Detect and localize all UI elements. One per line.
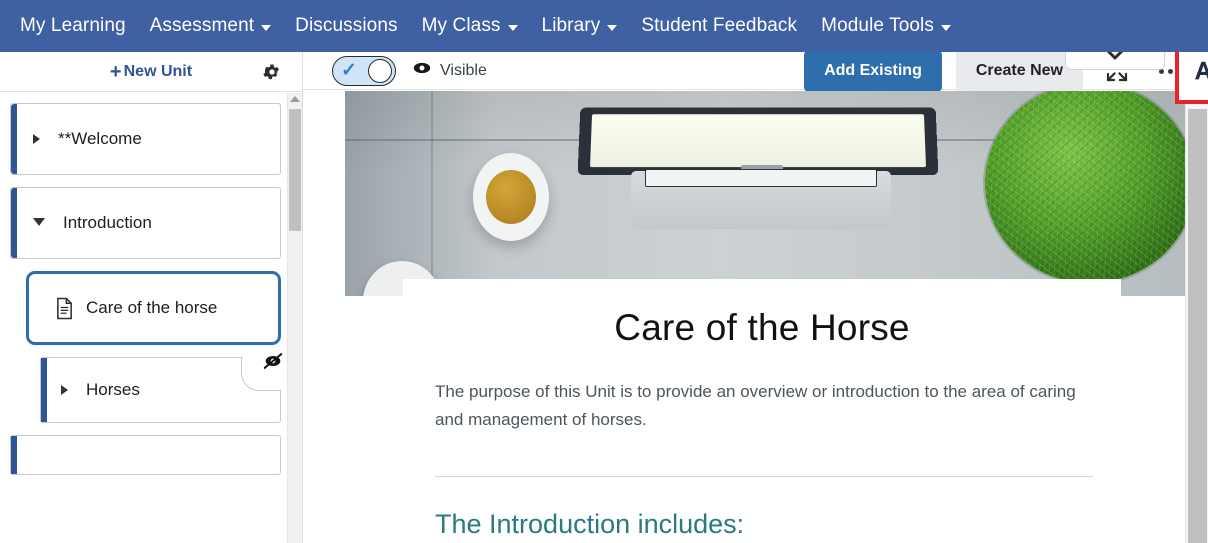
nav-item-label: Student Feedback xyxy=(641,15,798,36)
sidebar-item-label: Horses xyxy=(86,380,140,399)
scrollbar-thumb[interactable] xyxy=(1188,109,1207,543)
new-unit-label: New Unit xyxy=(123,62,193,80)
nav-item-assessment[interactable]: Assessment xyxy=(138,9,283,43)
nav-item-label: Discussions xyxy=(295,15,398,36)
chevron-down-icon xyxy=(261,24,272,31)
selection-bar xyxy=(11,436,17,474)
chevron-down-icon xyxy=(607,24,618,31)
triangle-down-icon[interactable] xyxy=(33,218,45,231)
content-scrollbar[interactable] xyxy=(1185,91,1208,543)
eye-icon xyxy=(412,61,432,80)
title-card: Care of the Horse xyxy=(403,279,1121,377)
top-navigation-bar: My Learning Assessment Discussions My Cl… xyxy=(0,0,1208,52)
check-icon: ✓ xyxy=(341,60,357,81)
content-area: Care of the Horse The purpose of this Un… xyxy=(303,91,1185,543)
section-heading: The Introduction includes: xyxy=(435,509,745,539)
nav-item-label: Library xyxy=(541,15,601,36)
chevron-down-icon xyxy=(507,24,518,31)
hero-image xyxy=(345,91,1185,296)
unit-sidebar: + New Unit **Welcome Introduction Care o… xyxy=(0,52,303,543)
workspace: + New Unit **Welcome Introduction Care o… xyxy=(0,38,1208,543)
visibility-label: Visible xyxy=(440,61,487,79)
nav-item-label: Module Tools xyxy=(821,15,934,36)
text-size-down-icon[interactable] xyxy=(1193,58,1208,84)
laptop-icon xyxy=(573,107,943,229)
scrollbar-thumb[interactable] xyxy=(289,109,301,231)
triangle-right-icon[interactable] xyxy=(61,385,68,395)
selection-bar xyxy=(41,358,47,422)
unit-list: **Welcome Introduction Care of the horse… xyxy=(0,93,289,543)
sidebar-item-label: Introduction xyxy=(63,213,152,232)
scroll-up-arrow-icon[interactable] xyxy=(290,96,300,102)
content-toolbar: ✓ Visible Add Existing Create New xyxy=(303,38,1208,104)
nav-item-label: My Learning xyxy=(20,15,126,36)
nav-item-discussions[interactable]: Discussions xyxy=(283,9,409,43)
sidebar-header: + New Unit xyxy=(0,52,302,92)
sidebar-item-horses[interactable]: Horses xyxy=(40,353,283,423)
moss-ball-icon xyxy=(985,91,1185,283)
add-existing-button[interactable]: Add Existing xyxy=(804,50,942,92)
new-unit-button[interactable]: + New Unit xyxy=(110,62,192,82)
page-title: Care of the Horse xyxy=(614,307,910,348)
sidebar-item-care-of-the-horse[interactable]: Care of the horse xyxy=(26,271,281,345)
nav-item-my-class[interactable]: My Class xyxy=(410,9,530,43)
sidebar-item-next-partial[interactable] xyxy=(10,435,281,475)
visibility-status: Visible xyxy=(412,61,487,80)
application-window: My Learning Assessment Discussions My Cl… xyxy=(0,0,1208,543)
nav-item-library[interactable]: Library xyxy=(530,9,630,43)
triangle-right-icon[interactable] xyxy=(33,134,40,144)
sidebar-item-welcome[interactable]: **Welcome xyxy=(10,103,281,175)
plus-icon: + xyxy=(109,60,122,83)
sidebar-item-introduction[interactable]: Introduction xyxy=(10,187,281,259)
create-new-button[interactable]: Create New xyxy=(955,50,1083,92)
eye-slash-icon xyxy=(260,350,286,372)
nav-item-label: My Class xyxy=(421,15,501,36)
divider xyxy=(435,476,1093,477)
nav-item-my-learning[interactable]: My Learning xyxy=(8,9,138,43)
gear-icon[interactable] xyxy=(262,62,282,82)
toggle-knob xyxy=(368,58,392,83)
document-icon xyxy=(55,297,74,320)
sidebar-item-label: **Welcome xyxy=(58,129,142,148)
sidebar-scrollbar[interactable] xyxy=(287,93,302,543)
main-panel: ✓ Visible Add Existing Create New Care o… xyxy=(303,38,1208,543)
laptop-keyboard xyxy=(645,169,877,187)
selection-bar xyxy=(11,188,17,258)
tea-bowl-icon xyxy=(473,153,549,241)
nav-item-student-feedback[interactable]: Student Feedback xyxy=(629,9,809,43)
nav-item-module-tools[interactable]: Module Tools xyxy=(809,9,963,43)
visibility-toggle[interactable]: ✓ xyxy=(332,55,396,86)
selection-bar xyxy=(11,104,17,174)
desk-seam-vertical xyxy=(431,91,433,296)
nav-item-label: Assessment xyxy=(149,15,255,36)
chevron-down-icon xyxy=(940,24,951,31)
content-body: The purpose of this Unit is to provide a… xyxy=(345,378,1105,540)
intro-paragraph: The purpose of this Unit is to provide a… xyxy=(435,382,1076,429)
sidebar-item-label: Care of the horse xyxy=(86,298,218,317)
